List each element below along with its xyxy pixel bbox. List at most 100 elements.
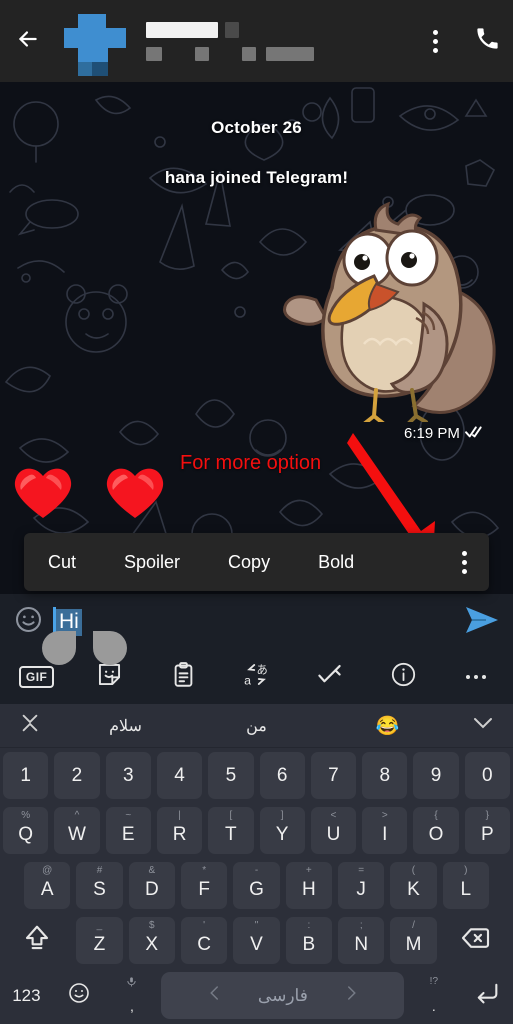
key-d-label: D <box>144 879 159 900</box>
menu-overflow-button[interactable] <box>452 550 489 574</box>
key-u-sub: < <box>330 810 337 821</box>
key-c-sub: ' <box>203 920 206 931</box>
key-2[interactable]: 2 <box>54 752 100 799</box>
key-t[interactable]: [T <box>208 807 254 854</box>
key-c[interactable]: ' C <box>180 917 228 964</box>
menu-item-cut[interactable]: Cut <box>24 552 100 573</box>
emoji-key[interactable] <box>56 972 103 1019</box>
key-w-sub: ^ <box>74 810 80 821</box>
key-8[interactable]: 8 <box>362 752 408 799</box>
key-d[interactable]: & D <box>128 862 175 909</box>
back-button[interactable] <box>0 0 56 82</box>
key-z[interactable]: _ Z <box>76 917 123 964</box>
more-horizontal-icon <box>466 675 487 679</box>
key-g[interactable]: -G <box>233 862 280 909</box>
red-heart-emoji[interactable] <box>10 462 76 527</box>
more-options-button[interactable] <box>440 675 513 679</box>
prev-layout-icon[interactable] <box>206 984 224 1007</box>
suggestion-word-2[interactable]: من <box>191 716 322 736</box>
key-r[interactable]: | R <box>156 807 203 854</box>
key-b-label: B <box>302 934 316 955</box>
key-3[interactable]: 3 <box>105 752 151 799</box>
key-7[interactable]: 7 <box>310 752 357 799</box>
collapse-suggestions-button[interactable] <box>0 712 60 739</box>
chat-message-area[interactable]: October 26 hana joined Telegram! 6:19 PM… <box>0 82 513 594</box>
key-e[interactable]: ~ E <box>105 807 151 854</box>
bird-sticker[interactable] <box>272 192 502 426</box>
gif-button[interactable]: GIF <box>0 666 73 688</box>
message-input-bar: Hi <box>0 594 513 650</box>
key-a[interactable]: @ A <box>24 862 71 909</box>
backspace-icon <box>461 923 491 959</box>
phone-icon <box>474 25 501 57</box>
menu-item-spoiler[interactable]: Spoiler <box>100 552 204 573</box>
svg-text:あ: あ <box>256 663 267 676</box>
spacebar-label: فارسی <box>257 985 308 1005</box>
red-heart-emoji[interactable] <box>102 462 168 527</box>
key-i[interactable]: > I <box>362 807 408 854</box>
key-q-sub: % <box>21 810 31 821</box>
next-layout-icon[interactable] <box>342 984 360 1007</box>
key-v[interactable]: " V <box>233 917 280 964</box>
key-h[interactable]: + H <box>285 862 332 909</box>
clipboard-button[interactable] <box>147 661 220 693</box>
key-z-sub: _ <box>96 920 103 931</box>
spacebar-key[interactable]: فارسی <box>161 972 405 1019</box>
suggestion-word-1[interactable]: سلام <box>60 716 191 736</box>
key-p[interactable]: } P <box>464 807 510 854</box>
key-k-label: K <box>407 879 420 900</box>
chat-title-block[interactable] <box>146 21 409 61</box>
enter-key[interactable] <box>463 972 510 1019</box>
backspace-key[interactable] <box>443 917 510 964</box>
selection-handle-end[interactable] <box>93 631 127 665</box>
sticker-button[interactable] <box>73 661 146 693</box>
key-4[interactable]: 4 <box>156 752 203 799</box>
header-actions <box>409 0 513 82</box>
key-0[interactable]: 0 <box>464 752 510 799</box>
key-q[interactable]: % Q <box>3 807 49 854</box>
key-o[interactable]: {O <box>413 807 459 854</box>
key-u[interactable]: < U <box>310 807 357 854</box>
reactions-group[interactable] <box>10 462 168 527</box>
comma-key[interactable]: , <box>109 972 156 1019</box>
header-menu-button[interactable] <box>409 0 461 82</box>
contact-name-censored <box>146 21 409 38</box>
key-l[interactable]: ) L <box>442 862 489 909</box>
key-v-label: V <box>250 934 263 955</box>
key-x[interactable]: $ X <box>128 917 175 964</box>
key-k[interactable]: (K <box>390 862 437 909</box>
translate-button[interactable]: a あ <box>220 661 293 693</box>
menu-item-bold[interactable]: Bold <box>294 552 378 573</box>
avatar[interactable] <box>62 6 132 76</box>
key-s[interactable]: # S <box>76 862 123 909</box>
key-9[interactable]: 9 <box>413 752 459 799</box>
menu-item-copy[interactable]: Copy <box>204 552 294 573</box>
smiley-icon <box>14 605 43 639</box>
send-button[interactable] <box>451 604 513 641</box>
key-f[interactable]: * F <box>181 862 228 909</box>
key-j[interactable]: = J <box>337 862 385 909</box>
key-y[interactable]: ] Y <box>259 807 305 854</box>
expand-suggestions-button[interactable] <box>453 711 513 740</box>
mic-icon <box>109 976 156 990</box>
selection-handle-start[interactable] <box>42 631 76 665</box>
key-w-label: W <box>67 824 86 845</box>
key-5[interactable]: 5 <box>208 752 254 799</box>
spellcheck-button[interactable] <box>293 661 366 693</box>
call-button[interactable] <box>461 0 513 82</box>
key-1[interactable]: 1 <box>3 752 49 799</box>
collapse-icon <box>19 712 41 739</box>
key-6[interactable]: 6 <box>259 752 305 799</box>
keyboard-toolbar: GIF a あ <box>0 650 513 704</box>
key-m[interactable]: / M <box>390 917 437 964</box>
period-key[interactable]: !? . <box>410 972 457 1019</box>
info-button[interactable] <box>366 661 439 693</box>
key-b[interactable]: :B <box>285 917 333 964</box>
key-m-sub: / <box>412 920 415 931</box>
suggestion-emoji[interactable]: 😂 <box>322 714 453 738</box>
key-w[interactable]: ^ W <box>54 807 100 854</box>
key-n[interactable]: ; N <box>338 917 385 964</box>
shift-key[interactable] <box>3 917 70 964</box>
smiley-icon <box>67 981 91 1011</box>
numeric-mode-key[interactable]: 123 <box>3 972 50 1019</box>
